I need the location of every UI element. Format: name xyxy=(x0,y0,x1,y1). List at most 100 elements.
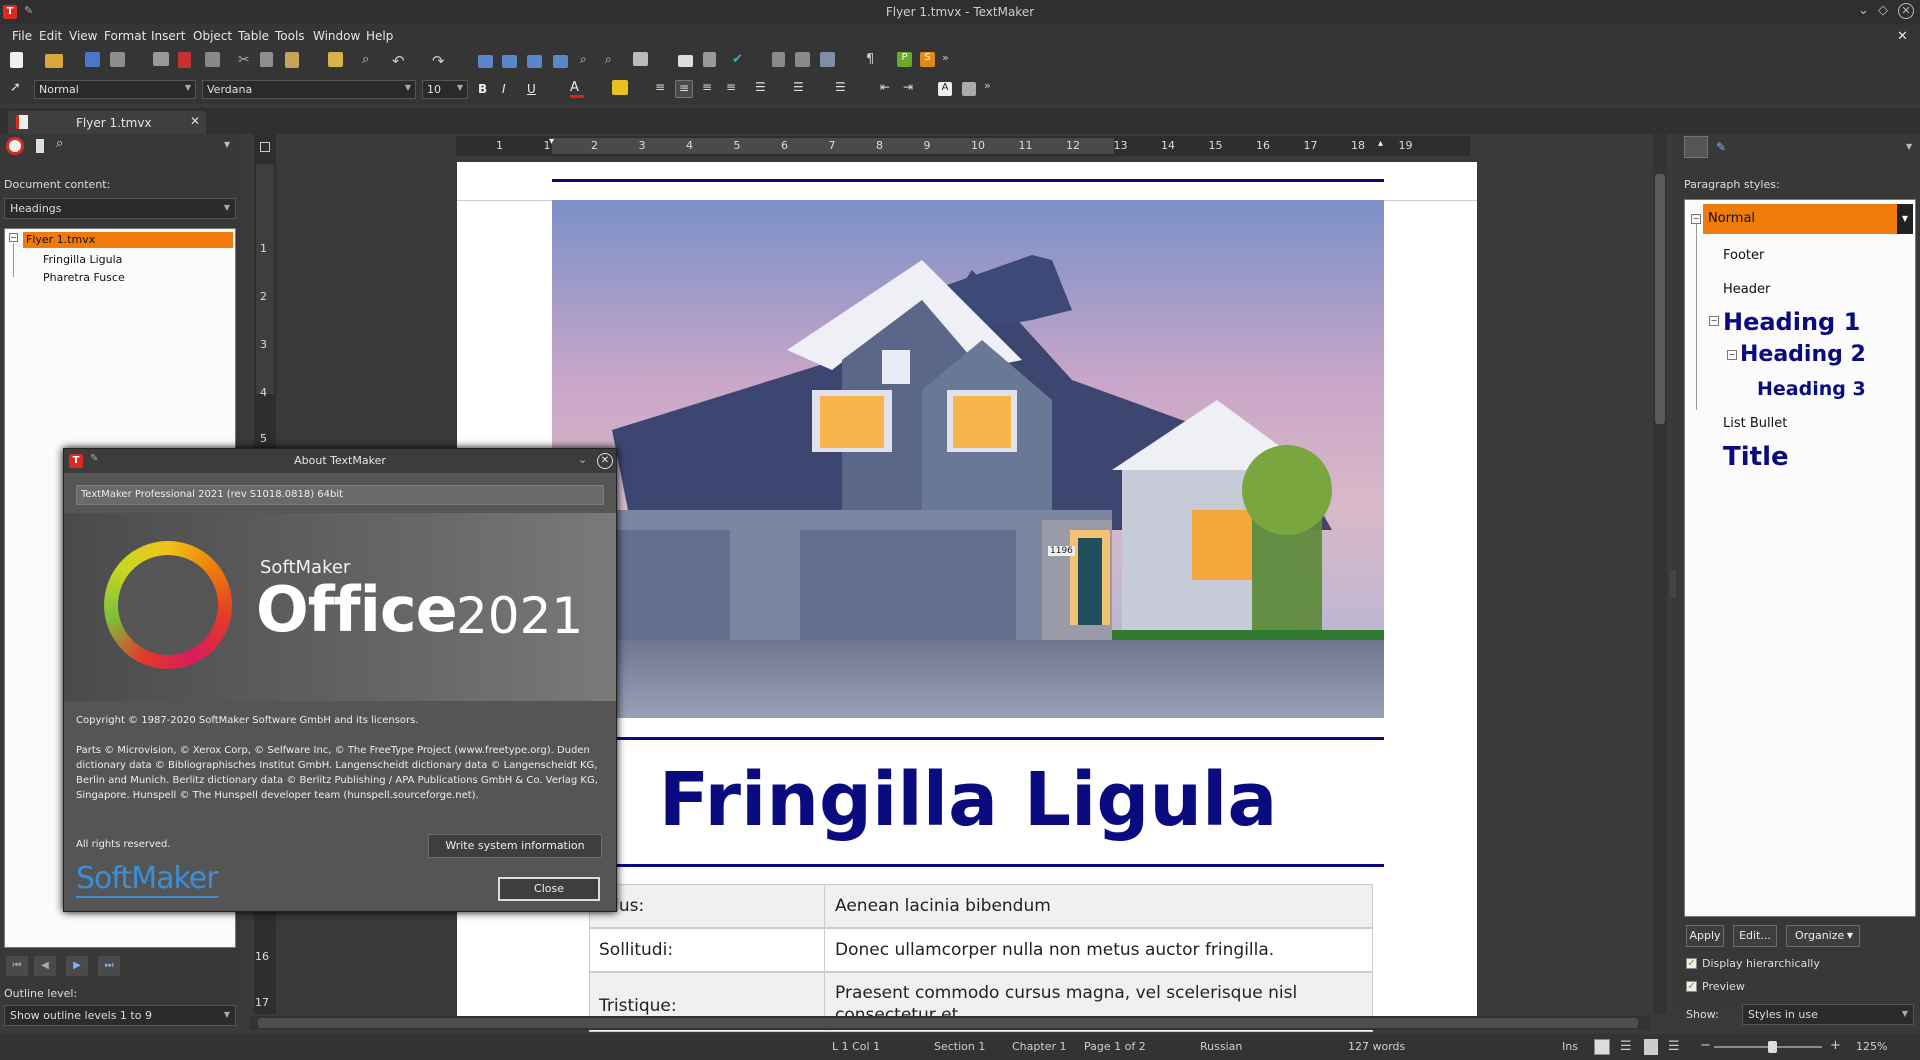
redo-icon[interactable]: ↷ xyxy=(432,52,450,70)
menu-window[interactable]: Window xyxy=(313,29,360,43)
panel-menu-icon[interactable]: ▼ xyxy=(224,140,230,149)
save-all-icon[interactable] xyxy=(110,52,125,67)
more-tools-icon[interactable]: » xyxy=(942,51,960,69)
next-icon[interactable]: ▶ xyxy=(66,956,88,976)
insert-footer-icon[interactable] xyxy=(527,55,542,68)
character-format-icon[interactable]: A xyxy=(938,82,952,96)
insert-object-icon[interactable] xyxy=(633,52,648,66)
align-center-icon[interactable]: ≡ xyxy=(675,80,693,98)
highlight-icon[interactable] xyxy=(612,80,628,95)
undo-icon[interactable]: ↶ xyxy=(392,52,410,70)
collapse-icon[interactable]: − xyxy=(1727,350,1737,360)
menu-tools[interactable]: Tools xyxy=(275,29,305,43)
styles-panel-menu-icon[interactable]: ▼ xyxy=(1906,142,1912,151)
print-icon[interactable] xyxy=(153,52,169,66)
page-icon[interactable] xyxy=(36,139,44,153)
new-file-icon[interactable] xyxy=(10,52,23,68)
apply-button[interactable]: Apply xyxy=(1686,925,1724,947)
bold-icon[interactable]: B xyxy=(478,82,496,100)
justify-icon[interactable]: ≡ xyxy=(726,80,744,98)
copy-format-icon[interactable] xyxy=(795,52,810,67)
dialog-close-icon[interactable]: ✕ xyxy=(597,453,613,469)
pointer-icon[interactable]: ➚ xyxy=(10,80,28,98)
columns-icon[interactable] xyxy=(772,52,785,67)
outline-select[interactable]: Show outline levels 1 to 9 ▼ xyxy=(4,1005,236,1026)
menu-help[interactable]: Help xyxy=(366,29,393,43)
h-scroll-thumb[interactable] xyxy=(258,1018,1638,1028)
pdf-icon[interactable] xyxy=(178,52,191,68)
open-icon[interactable] xyxy=(45,54,63,68)
maximize-icon[interactable]: ◇ xyxy=(1878,3,1888,18)
style-item-footer[interactable]: Footer xyxy=(1723,248,1764,263)
paragraph-styles-tab-icon[interactable] xyxy=(1684,136,1708,158)
zoom-page-icon[interactable]: ⌕ xyxy=(605,52,623,70)
insert-table-icon[interactable] xyxy=(553,55,568,68)
zoom-icon[interactable]: ⌕ xyxy=(580,52,598,70)
ruler-corner[interactable] xyxy=(260,142,270,152)
prev-icon[interactable]: ◀ xyxy=(34,956,56,976)
paste-icon[interactable] xyxy=(285,52,299,68)
bullets-icon[interactable]: ☰ xyxy=(755,80,773,98)
first-icon[interactable]: ⏮ xyxy=(6,956,28,976)
vertical-scrollbar[interactable] xyxy=(1653,134,1667,1014)
house-photo[interactable]: 1196 xyxy=(552,200,1384,718)
display-hierarchically-checkbox[interactable]: ✓ xyxy=(1686,958,1697,969)
insert-header-icon[interactable] xyxy=(502,55,517,68)
tab-flyer[interactable]: Flyer 1.tmvx ✕ xyxy=(8,111,206,134)
menu-format[interactable]: Format xyxy=(104,29,146,43)
preview-checkbox[interactable]: ✓ xyxy=(1686,981,1697,992)
document-heading[interactable]: Fringilla Ligula xyxy=(552,760,1384,840)
horizontal-scrollbar[interactable] xyxy=(250,1016,1650,1030)
presentations-icon[interactable]: S xyxy=(920,52,935,67)
insert-frame-icon[interactable] xyxy=(678,55,693,67)
style-item-header[interactable]: Header xyxy=(1723,282,1770,297)
last-icon[interactable]: ⏭ xyxy=(98,956,120,976)
style-item-normal[interactable]: Normal xyxy=(1703,204,1897,234)
font-combo[interactable]: Verdana ▼ xyxy=(202,80,416,99)
increase-indent-icon[interactable]: ⇥ xyxy=(903,80,921,98)
status-language[interactable]: Russian xyxy=(1200,1040,1242,1053)
menu-object[interactable]: Object xyxy=(193,29,232,43)
outline-icon[interactable]: ☰ xyxy=(835,80,853,98)
view-outline-icon[interactable]: ☰ xyxy=(1620,1039,1632,1054)
collapse-icon[interactable]: − xyxy=(1691,214,1701,224)
save-icon[interactable] xyxy=(85,52,100,67)
status-page[interactable]: Page 1 of 2 xyxy=(1084,1040,1146,1053)
right-indent-marker[interactable]: ▴ xyxy=(1378,138,1383,149)
pilcrow-icon[interactable]: ¶ xyxy=(866,52,884,70)
zoom-out-icon[interactable]: − xyxy=(1700,1038,1711,1053)
collapse-icon[interactable]: − xyxy=(1709,316,1719,326)
status-zoom[interactable]: 125% xyxy=(1856,1040,1887,1053)
status-mode[interactable]: Ins xyxy=(1562,1040,1578,1053)
search-icon[interactable]: ⌕ xyxy=(56,136,63,151)
menu-edit[interactable]: Edit xyxy=(39,29,62,43)
format-painter-icon[interactable] xyxy=(328,52,343,67)
paragraph-format-icon[interactable] xyxy=(962,82,976,96)
decrease-indent-icon[interactable]: ⇤ xyxy=(880,80,898,98)
version-field[interactable]: TextMaker Professional 2021 (rev S1018.0… xyxy=(76,485,604,505)
tree-item-fringilla[interactable]: Fringilla Ligula xyxy=(43,253,122,266)
menu-file[interactable]: File xyxy=(12,29,32,43)
style-dropdown-icon[interactable]: ▼ xyxy=(1897,204,1913,234)
scroll-thumb[interactable] xyxy=(1655,174,1665,424)
navigator-icon[interactable] xyxy=(6,137,24,155)
view-master-icon[interactable]: ☰ xyxy=(1668,1039,1680,1054)
menu-insert[interactable]: Insert xyxy=(151,29,185,43)
close-button[interactable]: Close xyxy=(498,877,600,901)
size-combo[interactable]: 10 ▼ xyxy=(422,80,468,99)
dialog-minimize-icon[interactable]: ⌄ xyxy=(578,453,587,466)
planmaker-icon[interactable]: P xyxy=(897,52,912,67)
tree-item-selected[interactable]: Flyer 1.tmvx xyxy=(23,232,233,248)
view-normal-icon[interactable] xyxy=(1594,1039,1610,1055)
view-page-icon[interactable] xyxy=(1644,1039,1658,1055)
write-system-info-button[interactable]: Write system information xyxy=(428,834,602,858)
organize-button[interactable]: Organize ▼ xyxy=(1786,925,1860,947)
copy-icon[interactable] xyxy=(260,52,273,67)
zoom-slider-thumb[interactable] xyxy=(1768,1041,1777,1053)
more-format-icon[interactable]: » xyxy=(984,79,1002,97)
zoom-in-icon[interactable]: + xyxy=(1830,1038,1841,1053)
style-item-heading1[interactable]: Heading 1 xyxy=(1723,308,1860,336)
tree-item-pharetra[interactable]: Pharetra Fusce xyxy=(43,271,125,284)
panel-splitter[interactable] xyxy=(1670,570,1676,598)
insert-image-icon[interactable] xyxy=(703,52,716,67)
